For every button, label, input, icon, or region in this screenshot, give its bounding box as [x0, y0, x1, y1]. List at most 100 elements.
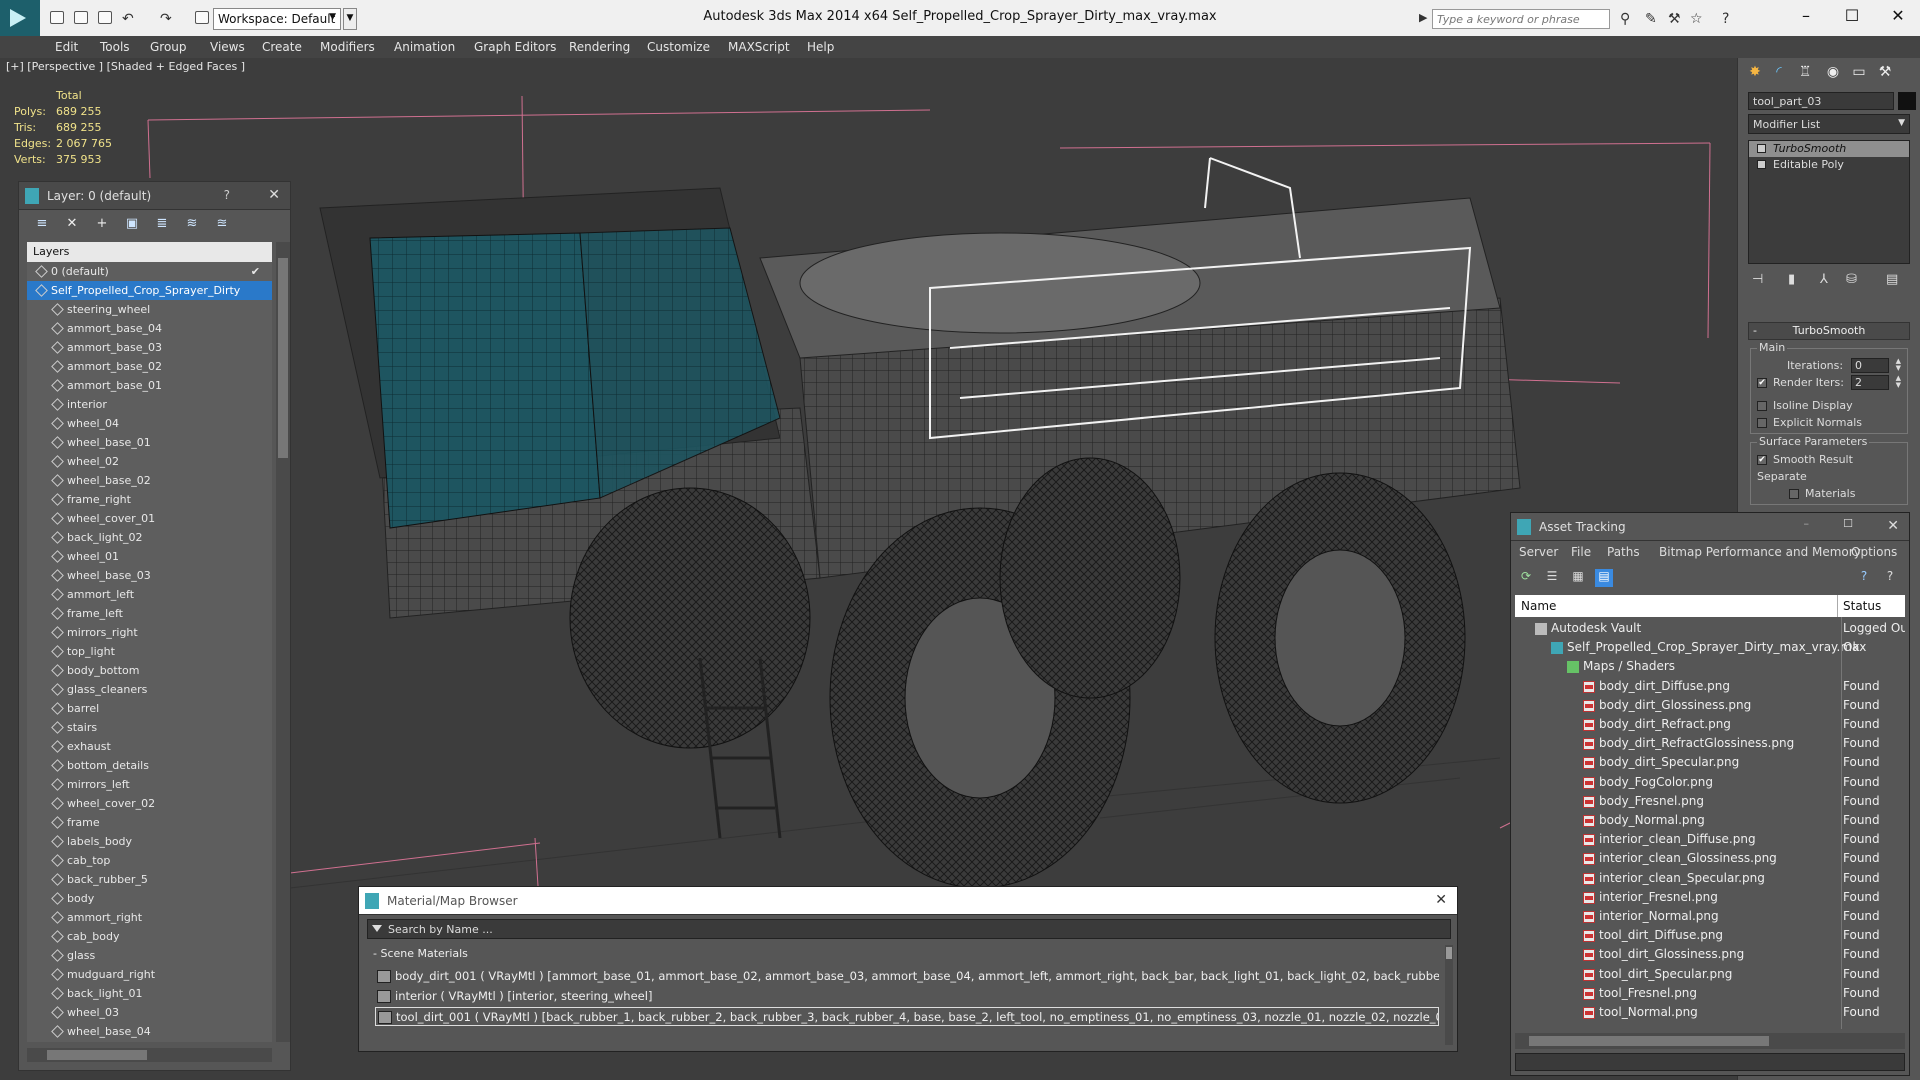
- remove-modifier-icon[interactable]: ⛁: [1846, 272, 1857, 287]
- hierarchy-tab-icon[interactable]: ♖: [1794, 64, 1816, 84]
- layer-object-row[interactable]: ammort_right: [27, 908, 272, 927]
- configure-sets-icon[interactable]: ▤: [1886, 272, 1898, 287]
- menu-options[interactable]: Options: [1851, 545, 1897, 559]
- layer-object-row[interactable]: glass: [27, 946, 272, 965]
- material-row[interactable]: interior ( VRayMtl ) [interior, steering…: [375, 987, 1439, 1006]
- asset-row[interactable]: Maps / Shaders: [1515, 657, 1905, 676]
- favorite-star-icon[interactable]: ☆: [1690, 11, 1703, 27]
- asset-row[interactable]: body_dirt_Diffuse.png Found: [1515, 677, 1905, 696]
- menu-group[interactable]: Group: [150, 40, 187, 54]
- layer-object-row[interactable]: bottom_details: [27, 756, 272, 775]
- table-view-icon[interactable]: ▤: [1595, 569, 1613, 587]
- asset-row[interactable]: interior_Fresnel.png Found: [1515, 888, 1905, 907]
- stack-item-turbosmooth[interactable]: TurboSmooth: [1749, 141, 1909, 157]
- asset-row[interactable]: body_dirt_RefractGlossiness.png Found: [1515, 734, 1905, 753]
- layer-object-row[interactable]: steering_wheel: [27, 300, 272, 319]
- layer-object-row[interactable]: interior: [27, 395, 272, 414]
- asset-tracking-header[interactable]: Asset Tracking – ☐ ✕: [1511, 513, 1909, 541]
- render-iters-spinner[interactable]: 2: [1851, 375, 1889, 390]
- close-icon[interactable]: ✕: [268, 187, 280, 203]
- layer-object-row[interactable]: wheel_base_01: [27, 433, 272, 452]
- material-search-input[interactable]: Search by Name ...: [367, 919, 1451, 939]
- menu-maxscript[interactable]: MAXScript: [728, 40, 790, 54]
- layers-column-header[interactable]: Layers: [27, 242, 272, 262]
- menu-bitmap-performance[interactable]: Bitmap Performance and Memory: [1659, 545, 1861, 559]
- turbosmooth-rollout-header[interactable]: - TurboSmooth: [1748, 322, 1910, 340]
- smooth-result-checkbox[interactable]: ✔: [1757, 455, 1767, 465]
- menu-paths[interactable]: Paths: [1607, 545, 1640, 559]
- asset-row[interactable]: body_Fresnel.png Found: [1515, 792, 1905, 811]
- isoline-checkbox[interactable]: [1757, 401, 1767, 411]
- highlight-layer-icon[interactable]: ≣: [153, 216, 171, 234]
- layer-object-row[interactable]: wheel_base_04: [27, 1022, 272, 1041]
- modify-tab-icon[interactable]: ◜: [1768, 64, 1790, 84]
- pin-stack-icon[interactable]: ⊣: [1752, 272, 1763, 287]
- modifier-list-dropdown[interactable]: Modifier List ▼: [1748, 114, 1910, 134]
- layer-object-row[interactable]: wheel_04: [27, 414, 272, 433]
- layer-object-row[interactable]: wheel_cover_01: [27, 509, 272, 528]
- hide-all-layers-icon[interactable]: ≋: [183, 216, 201, 234]
- menu-views[interactable]: Views: [210, 40, 245, 54]
- layer-object-row[interactable]: wheel_base_03: [27, 566, 272, 585]
- asset-row[interactable]: tool_dirt_Diffuse.png Found: [1515, 926, 1905, 945]
- layer-object-row[interactable]: wheel_02: [27, 452, 272, 471]
- layer-object-row[interactable]: door_holder: [27, 1041, 272, 1042]
- layer-object-row[interactable]: stairs: [27, 718, 272, 737]
- asset-row[interactable]: body_FogColor.png Found: [1515, 773, 1905, 792]
- material-row-selected[interactable]: tool_dirt_001 ( VRayMtl ) [back_rubber_1…: [375, 1007, 1439, 1026]
- create-layer-icon[interactable]: ≡: [33, 216, 51, 234]
- status-column-header[interactable]: Status: [1843, 599, 1881, 613]
- scrollbar-thumb[interactable]: [1529, 1036, 1769, 1046]
- show-end-result-icon[interactable]: ▮: [1788, 272, 1795, 287]
- menu-file[interactable]: File: [1571, 545, 1591, 559]
- freeze-all-layers-icon[interactable]: ≊: [213, 216, 231, 234]
- layer-object-row[interactable]: mudguard_right: [27, 965, 272, 984]
- utilities-tab-icon[interactable]: ⚒: [1874, 64, 1896, 84]
- layers-vertical-scrollbar[interactable]: [276, 242, 290, 1042]
- layer-object-row[interactable]: back_rubber_5: [27, 870, 272, 889]
- asset-row[interactable]: body_Normal.png Found: [1515, 811, 1905, 830]
- layer-object-row[interactable]: labels_body: [27, 832, 272, 851]
- close-button[interactable]: ✕: [1878, 6, 1918, 25]
- material-row[interactable]: body_dirt_001 ( VRayMtl ) [ammort_base_0…: [375, 967, 1439, 986]
- create-tab-icon[interactable]: ✸: [1744, 64, 1766, 84]
- object-color-swatch[interactable]: [1898, 92, 1916, 110]
- options-menu-icon[interactable]: [372, 925, 382, 932]
- delete-layer-icon[interactable]: ✕: [63, 216, 81, 234]
- menu-animation[interactable]: Animation: [394, 40, 455, 54]
- layer-object-row[interactable]: cab_body: [27, 927, 272, 946]
- layer-object-row[interactable]: barrel: [27, 699, 272, 718]
- menu-server[interactable]: Server: [1519, 545, 1558, 559]
- menu-tools[interactable]: Tools: [100, 40, 130, 54]
- asset-row[interactable]: interior_clean_Specular.png Found: [1515, 869, 1905, 888]
- asset-row[interactable]: tool_dirt_Specular.png Found: [1515, 965, 1905, 984]
- layer-object-row[interactable]: ammort_base_03: [27, 338, 272, 357]
- close-icon[interactable]: ✕: [1435, 892, 1447, 908]
- viewport-label[interactable]: [+] [Perspective ] [Shaded + Edged Faces…: [6, 60, 245, 73]
- menu-customize[interactable]: Customize: [647, 40, 710, 54]
- spinner-arrows-icon[interactable]: ▲ ▼: [1896, 358, 1901, 372]
- asset-row[interactable]: Self_Propelled_Crop_Sprayer_Dirty_max_vr…: [1515, 638, 1905, 657]
- render-iters-checkbox[interactable]: ✔: [1757, 378, 1767, 388]
- asset-horizontal-scrollbar[interactable]: [1515, 1033, 1905, 1049]
- asset-row[interactable]: body_dirt_Specular.png Found: [1515, 753, 1905, 772]
- layer-object-row[interactable]: mirrors_left: [27, 775, 272, 794]
- search-input[interactable]: Type a keyword or phrase: [1432, 9, 1610, 29]
- asset-row[interactable]: tool_Normal.png Found: [1515, 1003, 1905, 1022]
- menu-help[interactable]: Help: [807, 40, 834, 54]
- layer-object-row[interactable]: frame_left: [27, 604, 272, 623]
- asset-row[interactable]: body_dirt_Refract.png Found: [1515, 715, 1905, 734]
- list-view-icon[interactable]: ☰: [1543, 569, 1561, 587]
- asset-row[interactable]: interior_Normal.png Found: [1515, 907, 1905, 926]
- maximize-button[interactable]: ☐: [1832, 6, 1872, 25]
- menu-modifiers[interactable]: Modifiers: [320, 40, 375, 54]
- minimize-button[interactable]: –: [1804, 517, 1810, 530]
- scrollbar-thumb[interactable]: [47, 1050, 147, 1060]
- layer-object-row[interactable]: frame_right: [27, 490, 272, 509]
- layer-object-row[interactable]: ammort_base_01: [27, 376, 272, 395]
- select-objects-icon[interactable]: ▣: [123, 216, 141, 234]
- make-unique-icon[interactable]: ⅄: [1820, 272, 1828, 287]
- lightbulb-icon[interactable]: [1757, 144, 1766, 153]
- column-divider[interactable]: [1837, 595, 1838, 617]
- layer-object-row[interactable]: back_light_02: [27, 528, 272, 547]
